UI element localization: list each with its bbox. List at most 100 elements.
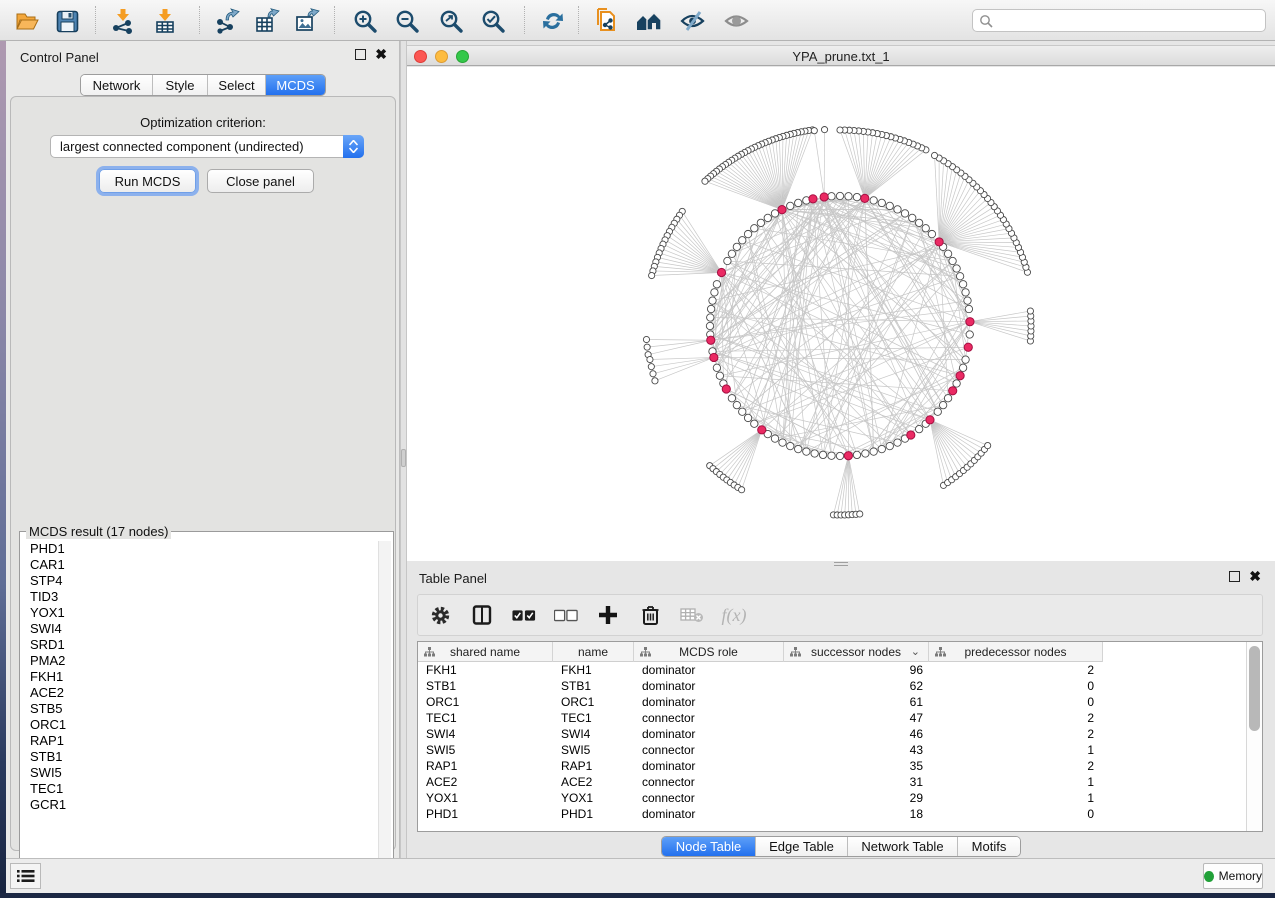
import-table-icon[interactable] (150, 6, 180, 36)
mcds-result-item[interactable]: PHD1 (21, 541, 377, 557)
table-row-SWI5[interactable]: SWI5SWI5connector431 (418, 742, 1103, 758)
import-network-icon[interactable] (108, 6, 138, 36)
tab-network[interactable]: Network (81, 75, 153, 95)
network-view[interactable] (407, 67, 1275, 561)
mcds-result-item[interactable]: SWI4 (21, 621, 377, 637)
panel-splitter[interactable] (400, 41, 407, 858)
mcds-node[interactable] (935, 238, 943, 246)
hide-graphics-icon[interactable] (678, 6, 708, 36)
mcds-result-item[interactable]: CAR1 (21, 557, 377, 573)
tab-motifs[interactable]: Motifs (958, 837, 1020, 856)
share-network-icon[interactable] (592, 6, 622, 36)
deselect-all-icon[interactable] (554, 603, 578, 627)
table-row-ACE2[interactable]: ACE2ACE2connector311 (418, 774, 1103, 790)
mcds-result-list[interactable]: PHD1CAR1STP4TID3YOX1SWI4SRD1PMA2FKH1ACE2… (21, 541, 377, 894)
mcds-node[interactable] (722, 385, 730, 393)
search-field[interactable] (972, 9, 1266, 32)
table-scrollbar-thumb[interactable] (1249, 646, 1260, 731)
table-row-PHD1[interactable]: PHD1PHD1dominator180 (418, 806, 1103, 822)
mcds-node[interactable] (844, 452, 852, 460)
column-header-name[interactable]: name (553, 642, 634, 662)
table-scrollbar[interactable] (1246, 642, 1262, 831)
show-graphics-icon[interactable] (722, 6, 752, 36)
mcds-result-item[interactable]: ORC1 (21, 717, 377, 733)
horizontal-splitter-grip[interactable] (834, 562, 848, 566)
run-mcds-button[interactable]: Run MCDS (99, 169, 196, 193)
mcds-result-item[interactable]: STP4 (21, 573, 377, 589)
mcds-result-item[interactable]: ACE2 (21, 685, 377, 701)
export-table-icon[interactable] (252, 6, 282, 36)
memory-button[interactable]: Memory (1203, 863, 1263, 889)
mcds-result-item[interactable]: TID3 (21, 589, 377, 605)
mcds-result-item[interactable]: TEC1 (21, 781, 377, 797)
table-row-YOX1[interactable]: YOX1YOX1connector291 (418, 790, 1103, 806)
tab-network-table[interactable]: Network Table (848, 837, 958, 856)
tab-mcds[interactable]: MCDS (266, 75, 325, 95)
mcds-node[interactable] (710, 353, 718, 361)
close-panel-button[interactable]: Close panel (207, 169, 314, 193)
criterion-dropdown[interactable]: largest connected component (undirected) (50, 135, 364, 158)
table-settings-gear-icon[interactable] (428, 603, 452, 627)
mcds-node[interactable] (964, 343, 972, 351)
table-row-STB1[interactable]: STB1STB1dominator620 (418, 678, 1103, 694)
tab-select[interactable]: Select (208, 75, 266, 95)
mcds-result-item[interactable]: PMA2 (21, 653, 377, 669)
table-row-SWI4[interactable]: SWI4SWI4dominator462 (418, 726, 1103, 742)
mcds-node[interactable] (926, 416, 934, 424)
mcds-node[interactable] (907, 431, 915, 439)
float-table-panel-icon[interactable] (1229, 571, 1240, 582)
mcds-node[interactable] (820, 193, 828, 201)
table-row-FKH1[interactable]: FKH1FKH1dominator962 (418, 662, 1103, 678)
mcds-node[interactable] (966, 318, 974, 326)
cell-MCDS-role: dominator (634, 726, 784, 742)
task-history-button[interactable] (10, 863, 41, 889)
mcds-result-item[interactable]: STB5 (21, 701, 377, 717)
add-column-icon[interactable] (596, 603, 620, 627)
column-header-predecessor-nodes[interactable]: predecessor nodes (929, 642, 1103, 662)
show-columns-icon[interactable] (470, 603, 494, 627)
refresh-icon[interactable] (538, 6, 568, 36)
search-input[interactable] (993, 14, 1265, 28)
tab-edge-table[interactable]: Edge Table (756, 837, 848, 856)
open-file-icon[interactable] (12, 6, 42, 36)
export-network-icon[interactable] (212, 6, 242, 36)
node-table[interactable]: shared namenameMCDS rolesuccessor nodes⌄… (417, 641, 1263, 832)
export-image-icon[interactable] (292, 6, 322, 36)
close-panel-icon[interactable]: ✖ (375, 49, 387, 60)
mcds-result-item[interactable]: FKH1 (21, 669, 377, 685)
column-header-successor-nodes[interactable]: successor nodes⌄ (784, 642, 929, 662)
table-row-TEC1[interactable]: TEC1TEC1connector472 (418, 710, 1103, 726)
float-panel-icon[interactable] (355, 49, 366, 60)
column-header-MCDS-role[interactable]: MCDS role (634, 642, 784, 662)
table-row-ORC1[interactable]: ORC1ORC1dominator610 (418, 694, 1103, 710)
mcds-node[interactable] (809, 195, 817, 203)
mcds-result-item[interactable]: YOX1 (21, 605, 377, 621)
splitter-grip[interactable] (401, 449, 406, 467)
save-session-icon[interactable] (52, 6, 82, 36)
result-list-scrollbar[interactable] (378, 541, 391, 894)
table-row-RAP1[interactable]: RAP1RAP1dominator352 (418, 758, 1103, 774)
mcds-node[interactable] (956, 372, 964, 380)
delete-column-icon[interactable] (638, 603, 662, 627)
zoom-in-icon[interactable] (350, 6, 380, 36)
mcds-node[interactable] (758, 426, 766, 434)
zoom-fit-icon[interactable] (436, 6, 466, 36)
mcds-node[interactable] (707, 336, 715, 344)
zoom-out-icon[interactable] (392, 6, 422, 36)
mcds-node[interactable] (778, 206, 786, 214)
mcds-result-item[interactable]: RAP1 (21, 733, 377, 749)
mcds-node[interactable] (861, 194, 869, 202)
mcds-node[interactable] (949, 387, 957, 395)
zoom-selected-icon[interactable] (478, 6, 508, 36)
mcds-result-item[interactable]: GCR1 (21, 797, 377, 813)
mcds-result-item[interactable]: SRD1 (21, 637, 377, 653)
tab-style[interactable]: Style (153, 75, 208, 95)
network-overview-icon[interactable] (634, 6, 664, 36)
column-header-shared-name[interactable]: shared name (418, 642, 553, 662)
mcds-result-item[interactable]: STB1 (21, 749, 377, 765)
close-table-panel-icon[interactable]: ✖ (1249, 571, 1261, 582)
mcds-node[interactable] (717, 268, 725, 276)
select-all-icon[interactable] (512, 603, 536, 627)
mcds-result-item[interactable]: SWI5 (21, 765, 377, 781)
tab-node-table[interactable]: Node Table (662, 837, 756, 856)
